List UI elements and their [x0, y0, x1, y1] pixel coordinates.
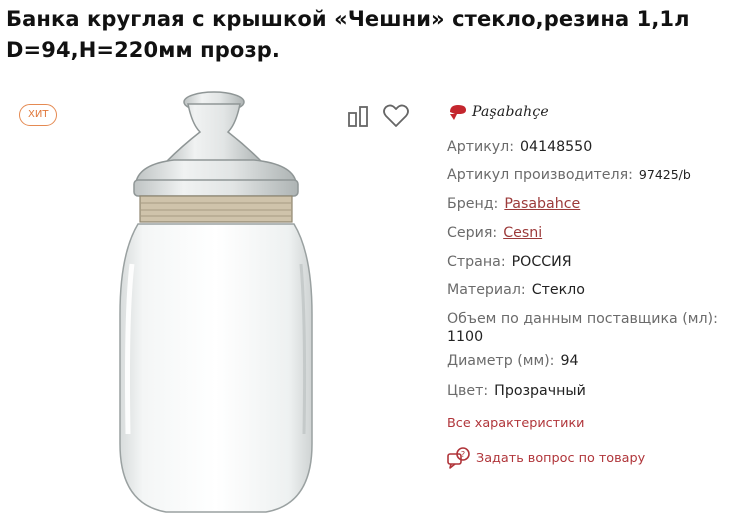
spec-value: Прозрачный	[494, 383, 586, 399]
spec-volume: Объем по данным поставщика (мл): 1100	[447, 310, 732, 346]
hit-badge: ХИТ	[19, 104, 58, 126]
spec-material: Материал: Стекло	[447, 281, 585, 299]
spec-label: Артикул:	[447, 139, 515, 155]
spec-value: 97425/b	[638, 167, 691, 182]
spec-label: Материал:	[447, 282, 526, 298]
spec-value: 94	[560, 353, 579, 369]
product-image[interactable]	[96, 84, 336, 514]
compare-icon[interactable]	[345, 104, 371, 130]
brand-logo[interactable]: Paşabahçe	[447, 103, 549, 121]
svg-text:?: ?	[461, 450, 465, 459]
spec-label: Артикул производителя:	[447, 167, 633, 183]
heart-icon[interactable]	[382, 102, 410, 130]
series-link[interactable]: Cesni	[503, 225, 542, 241]
spec-label: Диаметр (мм):	[447, 353, 555, 369]
spec-color: Цвет: Прозрачный	[447, 382, 586, 400]
spec-value: РОССИЯ	[511, 254, 572, 270]
pasabahce-logo	[450, 105, 466, 120]
spec-value: Стекло	[531, 282, 585, 298]
spec-label: Объем по данным поставщика (мл):	[447, 311, 718, 327]
spec-article: Артикул: 04148550	[447, 138, 592, 156]
spec-label: Бренд:	[447, 196, 499, 212]
spec-label: Серия:	[447, 225, 498, 241]
spec-label: Цвет:	[447, 383, 489, 399]
page-title: Банка круглая с крышкой «Чешни» стекло,р…	[6, 7, 690, 62]
ask-question-link[interactable]: ? Задать вопрос по товару	[446, 447, 645, 469]
spec-value: 1100	[447, 329, 484, 345]
brand-logo-text: Paşabahçe	[472, 104, 549, 120]
spec-series: Серия: Cesni	[447, 224, 542, 242]
spec-maker-article: Артикул производителя: 97425/b	[447, 166, 691, 184]
spec-country: Страна: РОССИЯ	[447, 253, 572, 271]
all-characteristics-link[interactable]: Все характеристики	[447, 416, 585, 431]
spec-label: Страна:	[447, 254, 506, 270]
ask-question-label: Задать вопрос по товару	[476, 450, 646, 466]
brand-link[interactable]: Pasabahce	[504, 196, 580, 212]
spec-brand: Бренд: Pasabahce	[447, 195, 580, 213]
spec-value: 04148550	[520, 139, 593, 155]
chat-question-icon: ?	[447, 447, 470, 469]
spec-diameter: Диаметр (мм): 94	[447, 352, 579, 370]
